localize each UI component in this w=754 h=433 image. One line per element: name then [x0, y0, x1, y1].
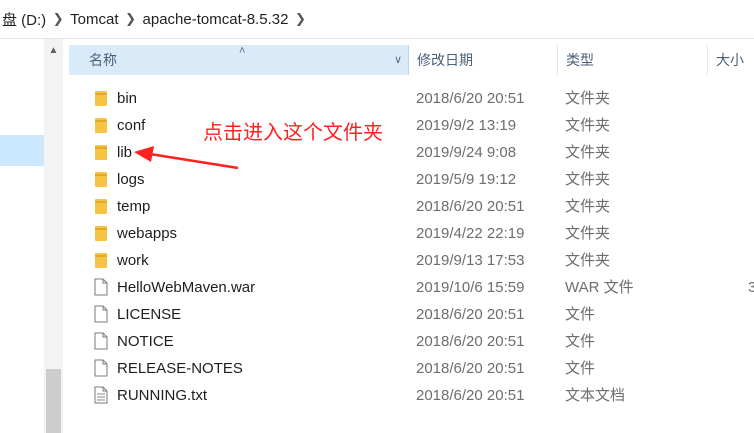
file-date: 2018/6/20 20:51	[416, 306, 525, 323]
file-date: 2019/4/22 22:19	[416, 225, 525, 242]
file-name[interactable]: webapps	[117, 220, 177, 247]
file-name[interactable]: HelloWebMaven.war	[117, 274, 255, 301]
file-row[interactable]: HelloWebMaven.war 2019/10/6 15:59 WAR 文件 3	[69, 274, 754, 301]
breadcrumb-drive[interactable]: 盘 (D:)	[0, 9, 48, 30]
column-header-date[interactable]: 修改日期	[409, 45, 558, 75]
file-icon	[93, 328, 109, 355]
file-list: bin 2018/6/20 20:51 文件夹 conf 2019/9/2 13:19 文…	[69, 85, 754, 409]
file-row[interactable]: logs 2019/5/9 19:12 文件夹	[69, 166, 754, 193]
file-name[interactable]: conf	[117, 112, 145, 139]
chevron-right-icon[interactable]: ❯	[121, 11, 141, 27]
file-row[interactable]: work 2019/9/13 17:53 文件夹	[69, 247, 754, 274]
file-icon	[93, 301, 109, 328]
file-type: 文件夹	[565, 144, 611, 161]
file-type: WAR 文件	[565, 279, 634, 296]
file-name[interactable]: logs	[117, 166, 145, 193]
file-date: 2018/6/20 20:51	[416, 387, 525, 404]
column-header: ˄ 名称 ∨ 修改日期 类型 大小	[69, 45, 754, 75]
file-date: 2018/6/20 20:51	[416, 90, 525, 107]
file-name[interactable]: temp	[117, 193, 150, 220]
file-type: 文件夹	[565, 198, 611, 215]
file-row[interactable]: temp 2018/6/20 20:51 文件夹	[69, 193, 754, 220]
file-icon	[93, 355, 109, 382]
file-type: 文件夹	[565, 90, 611, 107]
breadcrumb-apache-tomcat[interactable]: apache-tomcat-8.5.32	[141, 11, 291, 28]
column-header-name-label: 名称	[89, 52, 117, 68]
file-date: 2018/6/20 20:51	[416, 198, 525, 215]
address-bar[interactable]: 盘 (D:) ❯ Tomcat ❯ apache-tomcat-8.5.32 ❯	[0, 0, 754, 39]
scrollbar-thumb[interactable]	[46, 369, 61, 433]
file-size: 3	[748, 279, 754, 296]
file-row[interactable]: bin 2018/6/20 20:51 文件夹	[69, 85, 754, 112]
file-row[interactable]: RELEASE-NOTES 2018/6/20 20:51 文件	[69, 355, 754, 382]
folder-icon	[93, 139, 109, 166]
file-type: 文件夹	[565, 117, 611, 134]
navigation-pane[interactable]	[0, 39, 44, 433]
folder-icon	[93, 112, 109, 139]
file-row[interactable]: RUNNING.txt 2018/6/20 20:51 文本文档	[69, 382, 754, 409]
file-type: 文件夹	[565, 171, 611, 188]
file-date: 2019/9/2 13:19	[416, 117, 517, 134]
file-row[interactable]: lib 2019/9/24 9:08 文件夹	[69, 139, 754, 166]
file-date: 2019/5/9 19:12	[416, 171, 517, 188]
folder-icon	[93, 247, 109, 274]
column-header-type[interactable]: 类型	[558, 45, 708, 75]
file-name[interactable]: lib	[117, 139, 132, 166]
nav-selected-item[interactable]	[0, 135, 44, 166]
file-date: 2018/6/20 20:51	[416, 360, 525, 377]
text-file-icon	[93, 382, 109, 409]
file-type: 文件夹	[565, 252, 611, 269]
file-name[interactable]: LICENSE	[117, 301, 181, 328]
file-row[interactable]: webapps 2019/4/22 22:19 文件夹	[69, 220, 754, 247]
sort-ascending-icon: ˄	[239, 45, 246, 57]
file-type: 文件	[565, 360, 596, 377]
folder-icon	[93, 85, 109, 112]
nav-scrollbar[interactable]: ▲	[44, 39, 63, 433]
file-icon	[93, 274, 109, 301]
annotation-text: 点击进入这个文件夹	[203, 120, 383, 144]
file-type: 文本文档	[565, 387, 626, 404]
file-type: 文件	[565, 333, 596, 350]
file-date: 2019/9/13 17:53	[416, 252, 525, 269]
folder-icon	[93, 220, 109, 247]
file-row[interactable]: conf 2019/9/2 13:19 文件夹	[69, 112, 754, 139]
file-type: 文件夹	[565, 225, 611, 242]
folder-icon	[93, 166, 109, 193]
file-name[interactable]: bin	[117, 85, 137, 112]
chevron-down-icon[interactable]: ∨	[394, 45, 402, 75]
column-header-size[interactable]: 大小	[708, 45, 754, 75]
file-name[interactable]: RUNNING.txt	[117, 382, 207, 409]
file-date: 2018/6/20 20:51	[416, 333, 525, 350]
file-type: 文件	[565, 306, 596, 323]
file-name[interactable]: work	[117, 247, 149, 274]
chevron-right-icon[interactable]: ❯	[48, 11, 68, 27]
scroll-up-icon[interactable]: ▲	[44, 45, 63, 56]
column-header-name[interactable]: ˄ 名称 ∨	[69, 45, 409, 75]
file-row[interactable]: NOTICE 2018/6/20 20:51 文件	[69, 328, 754, 355]
file-name[interactable]: RELEASE-NOTES	[117, 355, 243, 382]
breadcrumb-tomcat[interactable]: Tomcat	[68, 11, 120, 28]
folder-icon	[93, 193, 109, 220]
file-date: 2019/10/6 15:59	[416, 279, 525, 296]
file-date: 2019/9/24 9:08	[416, 144, 517, 161]
file-name[interactable]: NOTICE	[117, 328, 174, 355]
file-row[interactable]: LICENSE 2018/6/20 20:51 文件	[69, 301, 754, 328]
chevron-right-icon[interactable]: ❯	[290, 11, 310, 27]
